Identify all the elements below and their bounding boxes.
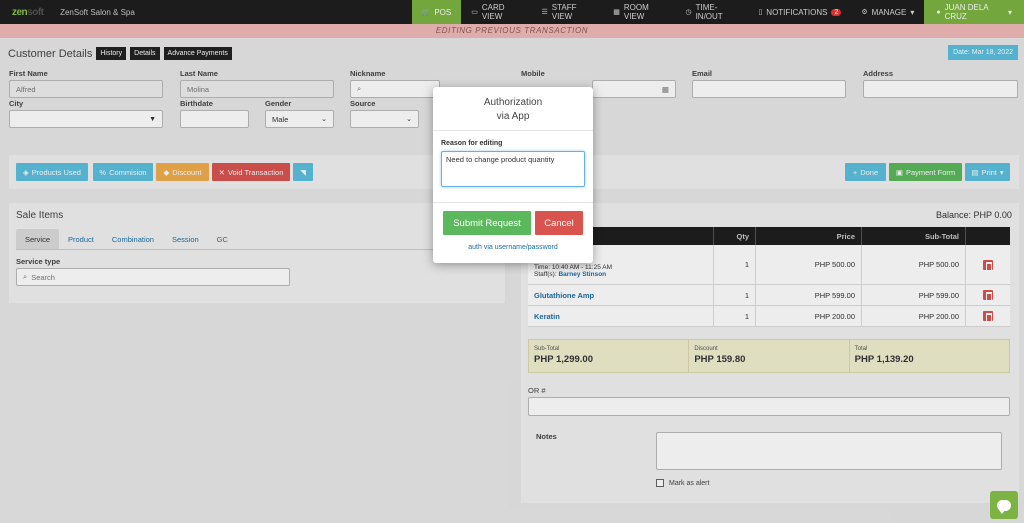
cancel-button[interactable]: Cancel xyxy=(535,211,583,235)
modal-title: Authorization xyxy=(483,97,543,108)
auth-username-password-link[interactable]: auth via username/password xyxy=(433,244,593,251)
modal-footer: Submit Request Cancel xyxy=(433,203,593,235)
modal-subtitle: via App xyxy=(496,111,530,122)
reason-textarea[interactable]: Need to change product quantity xyxy=(441,151,585,187)
reason-label: Reason for editing xyxy=(441,140,503,147)
chat-widget-button[interactable] xyxy=(990,491,1018,519)
submit-request-button[interactable]: Submit Request xyxy=(443,211,531,235)
modal-header: Authorization via App xyxy=(433,87,593,131)
chat-icon xyxy=(997,499,1011,514)
authorization-modal: Authorization via App Reason for editing… xyxy=(433,87,593,263)
modal-body: Reason for editing Need to change produc… xyxy=(433,131,593,203)
